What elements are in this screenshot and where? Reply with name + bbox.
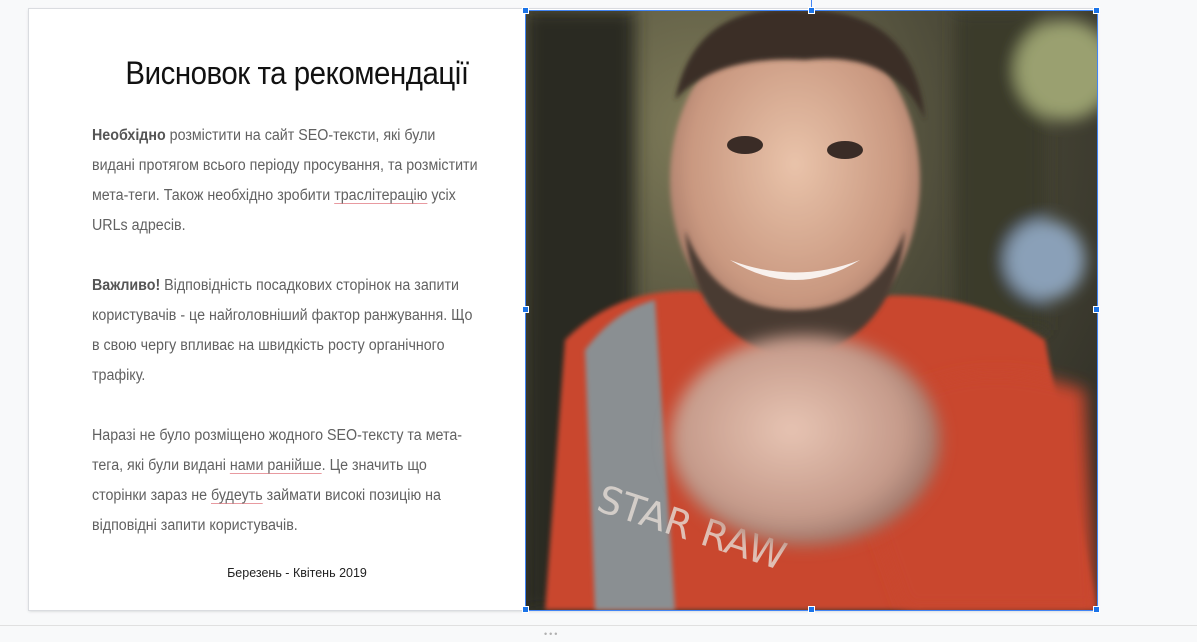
spellcheck-word[interactable]: будеуть xyxy=(211,487,263,504)
paragraph-important: Важливо! Відповідність посадкових сторін… xyxy=(92,271,478,391)
slide-footer-date[interactable]: Березень - Квітень 2019 xyxy=(69,566,525,580)
bold-important: Важливо! xyxy=(92,277,161,294)
resize-handle-top-right[interactable] xyxy=(1093,7,1100,14)
photo-illustration: STAR RAW xyxy=(525,10,1097,610)
spellcheck-word[interactable]: нами ранійше xyxy=(230,457,322,474)
bold-necessary: Необхідно xyxy=(92,127,166,144)
slide[interactable]: Висновок та рекомендації Необхідно розмі… xyxy=(29,9,1097,610)
resize-handle-top[interactable] xyxy=(808,7,815,14)
resize-handle-bottom-right[interactable] xyxy=(1093,606,1100,613)
editor-canvas: Висновок та рекомендації Необхідно розмі… xyxy=(0,0,1197,642)
resize-handle-bottom-left[interactable] xyxy=(522,606,529,613)
spellcheck-word[interactable]: траслітерацію xyxy=(334,187,427,204)
resize-handle-left[interactable] xyxy=(522,306,529,313)
slide-body-text[interactable]: Необхідно розмістити на сайт SEO-тексти,… xyxy=(92,121,478,571)
resize-handle-bottom[interactable] xyxy=(808,606,815,613)
person-pointing-photo[interactable]: STAR RAW xyxy=(525,10,1097,610)
slide-title[interactable]: Висновок та рекомендації xyxy=(87,55,507,92)
paragraph-status: Наразі не було розміщено жодного SEO-тек… xyxy=(92,421,478,541)
resize-handle-right[interactable] xyxy=(1093,306,1100,313)
speaker-notes-divider[interactable] xyxy=(0,625,1197,642)
paragraph-requirement: Необхідно розмістити на сайт SEO-тексти,… xyxy=(92,121,478,241)
resize-handle-top-left[interactable] xyxy=(522,7,529,14)
drag-grip-icon[interactable]: ••• xyxy=(544,629,559,639)
text-panel: Висновок та рекомендації Необхідно розмі… xyxy=(29,9,525,610)
